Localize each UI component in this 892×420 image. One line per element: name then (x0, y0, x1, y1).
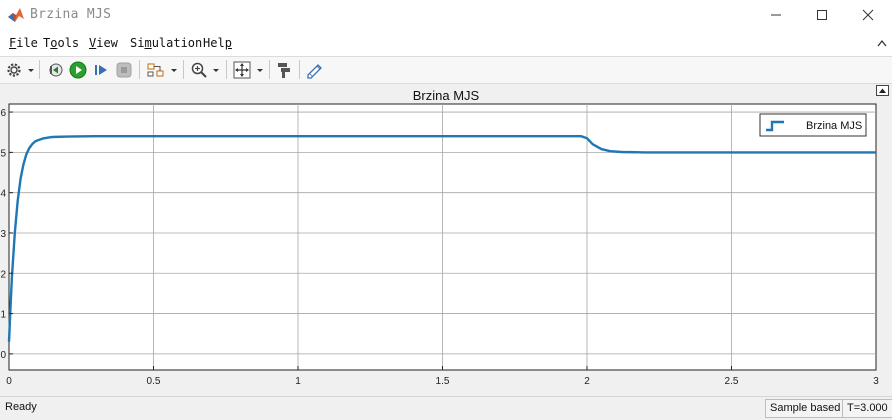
x-tick-label: 3 (873, 376, 879, 387)
x-tick-label: 1 (295, 376, 301, 387)
minimize-button[interactable] (753, 0, 799, 31)
toolbar-separator (39, 60, 40, 79)
y-tick-label: 5 (0, 148, 6, 159)
x-tick-label: 0.5 (147, 376, 161, 387)
menu-tools-label-end: ols (57, 36, 80, 50)
edit-icon[interactable] (305, 60, 325, 80)
gear-icon[interactable] (5, 60, 23, 80)
collapse-arrow-icon[interactable] (876, 38, 888, 48)
menu-help[interactable]: Help (203, 36, 232, 50)
close-button[interactable] (845, 0, 891, 31)
status-bar: Ready Sample based T=3.000 (0, 396, 892, 420)
toolbar-separator (269, 60, 270, 79)
menu-view-label: iew (96, 36, 118, 50)
status-text: Ready (5, 401, 37, 413)
menu-help-label: Hel (203, 36, 225, 50)
y-tick-label: 2 (0, 269, 6, 280)
step-forward-icon[interactable] (92, 60, 110, 80)
matlab-icon (8, 8, 24, 22)
menu-file-label: ile (16, 36, 38, 50)
menu-help-mnemonic: p (224, 36, 232, 50)
window-title: Brzina MJS (30, 7, 112, 22)
x-tick-label: 2.5 (725, 376, 739, 387)
legend[interactable]: Brzina MJS (759, 113, 867, 137)
minimize-icon (771, 14, 781, 16)
sample-mode-label: Sample based (765, 399, 846, 418)
menu-simulation[interactable]: Simulation (130, 36, 202, 50)
toolbar-separator (139, 60, 140, 79)
y-tick-label: 3 (0, 229, 6, 240)
style-icon[interactable] (275, 60, 293, 80)
toolbar-separator (299, 60, 300, 79)
close-icon (862, 9, 874, 21)
menu-simulation-label-start: Si (130, 36, 145, 50)
x-tick-label: 2 (584, 376, 590, 387)
legend-label: Brzina MJS (806, 120, 862, 132)
menu-simulation-mnemonic: m (144, 36, 152, 50)
y-tick-label: 1 (0, 310, 6, 321)
chart[interactable]: 0 0.5 1 1.5 2 2.5 3 0 1 2 3 4 5 6 Brzina MJS (0, 84, 892, 394)
toolbar-separator (226, 60, 227, 79)
highlight-icon[interactable] (146, 60, 166, 80)
toolbar-separator (183, 60, 184, 79)
menu-tools[interactable]: Tools (43, 36, 79, 50)
menu-bar: File Tools View Simulation Help (0, 31, 892, 57)
maximize-icon (817, 10, 827, 20)
title-bar: Brzina MJS (0, 0, 892, 31)
chevron-down-icon[interactable] (212, 60, 220, 80)
maximize-button[interactable] (799, 0, 845, 31)
fit-to-view-icon[interactable] (232, 60, 252, 80)
chevron-down-icon[interactable] (256, 60, 264, 80)
x-tick-label: 0 (6, 376, 12, 387)
stop-icon[interactable] (115, 60, 133, 80)
menu-file[interactable]: File (9, 36, 38, 50)
chevron-down-icon[interactable] (27, 60, 35, 80)
zoom-icon[interactable] (190, 60, 208, 80)
toolbar (0, 57, 892, 84)
y-tick-label: 0 (0, 350, 6, 361)
menu-view[interactable]: View (89, 36, 118, 50)
y-tick-label: 6 (0, 108, 6, 119)
menu-simulation-label-end: ulation (151, 36, 203, 50)
y-tick-label: 4 (0, 189, 6, 200)
run-icon[interactable] (68, 60, 88, 80)
chevron-down-icon[interactable] (170, 60, 178, 80)
x-tick-label: 1.5 (436, 376, 450, 387)
simulation-time-label: T=3.000 (842, 399, 892, 418)
step-back-icon[interactable] (46, 60, 64, 80)
